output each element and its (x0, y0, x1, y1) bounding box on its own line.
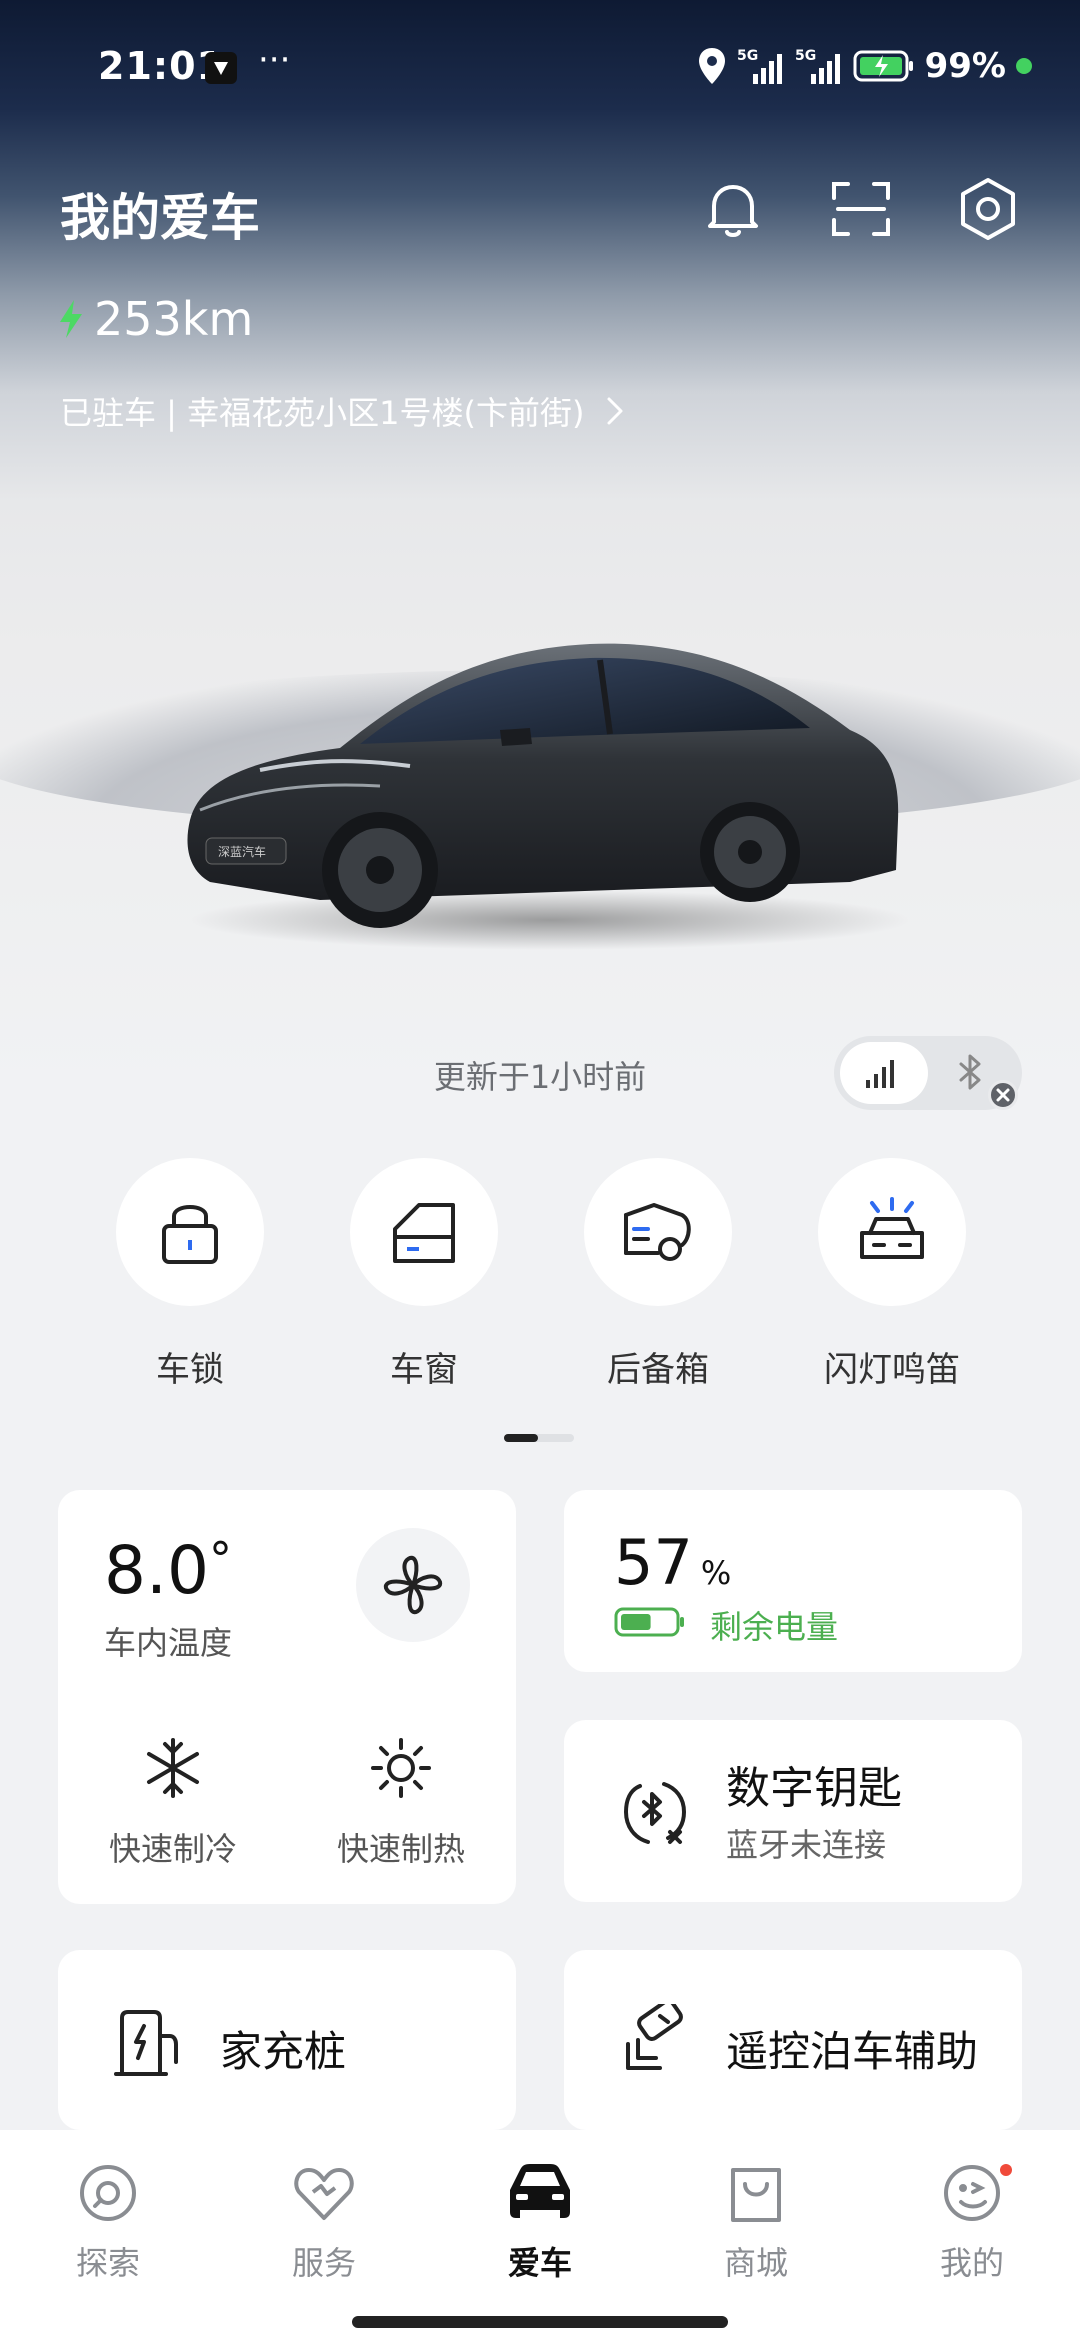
lock-label: 车锁 (156, 1350, 224, 1390)
remote-parking-icon (626, 2004, 683, 2070)
digital-key-status: 蓝牙未连接 (726, 1826, 887, 1864)
bluetooth-key-icon (624, 1782, 686, 1844)
svg-text:5G: 5G (737, 48, 758, 64)
bell-icon[interactable] (700, 176, 766, 242)
trunk-label: 后备箱 (607, 1350, 709, 1390)
chevron-right-icon (607, 397, 623, 425)
battery-percent: 99% (924, 46, 1006, 86)
status-bar: 21:01 ··· 5G 5G 99% (0, 0, 1080, 140)
remote-parking-title: 遥控泊车辅助 (726, 2027, 979, 2076)
shop-icon (731, 2168, 781, 2222)
status-indicators: 5G 5G 99% (697, 46, 1032, 86)
tab-shop[interactable]: 商城 (686, 2160, 826, 2284)
cabin-temperature: 8.0° (104, 1532, 232, 1609)
sun-icon (371, 1738, 431, 1798)
quick-heat-button[interactable]: 快速制热 (326, 1736, 476, 1870)
climate-card[interactable]: 8.0° 车内温度 快速制冷 快速制热 (58, 1490, 516, 1904)
bottom-tab-bar: 探索 服务 爱车 商城 我的 (0, 2130, 1080, 2347)
range-display: 253km (56, 292, 253, 346)
tab-explore-label: 探索 (75, 2244, 140, 2282)
tab-profile[interactable]: 我的 (902, 2160, 1042, 2284)
battery-soc: 57% (614, 1526, 732, 1599)
profile-icon (944, 2165, 1000, 2221)
quick-cool-button[interactable]: 快速制冷 (98, 1736, 248, 1870)
range-value: 253km (94, 292, 254, 346)
trunk-control[interactable]: 后备箱 (584, 1158, 732, 1391)
trunk-icon (624, 1203, 691, 1261)
charger-icon (114, 2010, 178, 2076)
quick-heat-label: 快速制热 (336, 1830, 465, 1868)
tab-car-label: 爱车 (507, 2244, 572, 2282)
location-icon (698, 48, 725, 84)
lock-control[interactable]: 车锁 (116, 1158, 264, 1391)
quick-cool-label: 快速制冷 (108, 1830, 237, 1868)
svg-text:5G: 5G (795, 48, 816, 64)
window-icon (393, 1203, 455, 1263)
fan-button[interactable] (356, 1528, 470, 1642)
signal-5g-icon-2: 5G (795, 48, 840, 84)
bluetooth-icon[interactable] (956, 1052, 986, 1092)
fan-icon (383, 1555, 443, 1615)
settings-icon[interactable] (955, 176, 1021, 242)
remote-parking-card[interactable]: 遥控泊车辅助 (564, 1950, 1022, 2130)
service-icon (294, 2168, 354, 2220)
flash-horn-control[interactable]: 闪灯鸣笛 (818, 1158, 966, 1391)
connection-close-icon[interactable] (988, 1080, 1018, 1110)
flash-horn-label: 闪灯鸣笛 (824, 1350, 960, 1390)
tab-service[interactable]: 服务 (254, 2160, 394, 2284)
car-icon (510, 2164, 570, 2218)
home-charger-title: 家充桩 (220, 2027, 347, 2076)
tab-service-label: 服务 (291, 2244, 356, 2282)
battery-label: 剩余电量 (710, 1608, 839, 1646)
tab-shop-label: 商城 (723, 2244, 788, 2282)
home-indicator (352, 2316, 728, 2328)
parking-location[interactable]: 已驻车 | 幸福花苑小区1号楼(卞前街) (60, 388, 624, 434)
snowflake-icon (147, 1738, 199, 1798)
lock-icon (162, 1205, 218, 1264)
window-label: 车窗 (390, 1350, 458, 1390)
signal-icon[interactable] (864, 1056, 900, 1090)
explore-icon (80, 2165, 136, 2221)
tab-explore[interactable]: 探索 (38, 2160, 178, 2284)
window-control[interactable]: 车窗 (350, 1158, 498, 1391)
battery-level-icon (614, 1607, 684, 1637)
notification-dot (1000, 2164, 1012, 2176)
car-badge: 深蓝汽车 (218, 844, 266, 859)
battery-charging-icon (853, 50, 913, 82)
digital-key-card[interactable]: 数字钥匙 蓝牙未连接 (564, 1720, 1022, 1902)
flash-horn-icon (860, 1197, 924, 1259)
home-charger-card[interactable]: 家充桩 (58, 1950, 516, 2130)
app-notification-icon (205, 52, 237, 84)
scan-icon[interactable] (828, 176, 894, 242)
tab-car[interactable]: 爱车 (470, 2160, 610, 2284)
car-image[interactable]: 深蓝汽车 (170, 620, 910, 960)
more-notifications: ··· (258, 40, 291, 80)
cabin-temperature-label: 车内温度 (104, 1624, 233, 1662)
battery-card[interactable]: 57% 剩余电量 (564, 1490, 1022, 1672)
page-title: 我的爱车 (60, 189, 260, 247)
tab-profile-label: 我的 (939, 2244, 1004, 2282)
digital-key-title: 数字钥匙 (726, 1763, 902, 1814)
pagination-indicator (504, 1434, 574, 1442)
signal-5g-icon: 5G (737, 48, 782, 84)
parking-location-text: 已驻车 | 幸福花苑小区1号楼(卞前街) (60, 394, 585, 432)
privacy-indicator (1016, 58, 1032, 74)
lightning-icon (60, 300, 82, 338)
